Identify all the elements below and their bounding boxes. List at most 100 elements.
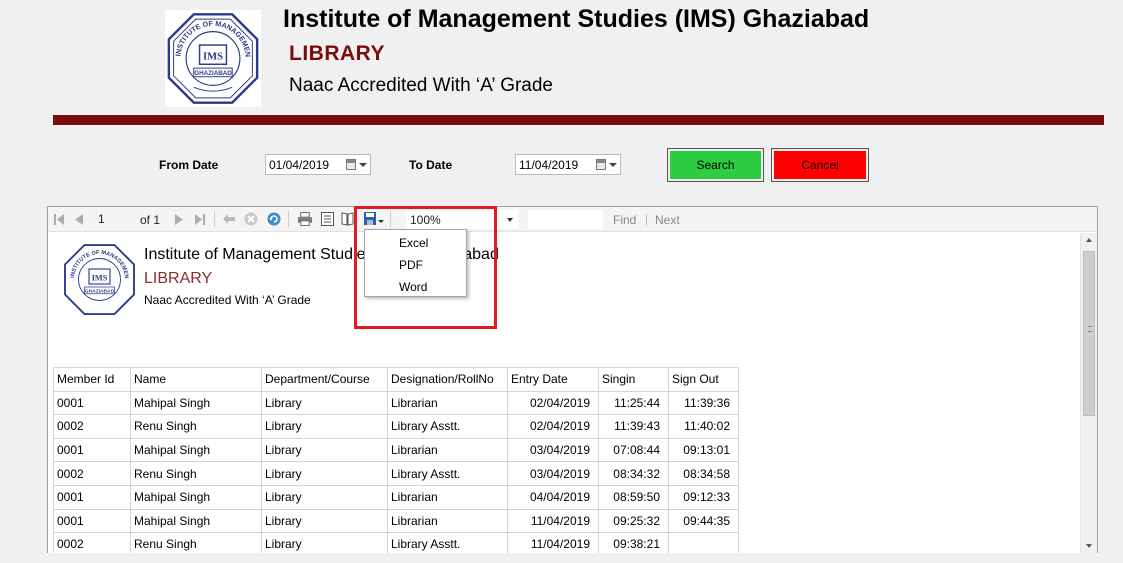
column-header: Name [130, 367, 262, 392]
cell-member-id: 0001 [53, 390, 131, 416]
stop-icon[interactable] [244, 212, 258, 226]
calendar-icon[interactable] [346, 159, 356, 170]
cell-entry-date: 02/04/2019 [507, 414, 599, 439]
cell-signout: 08:34:58 [668, 461, 739, 486]
cell-designation: Library Asstt. [387, 414, 508, 439]
cell-entry-date: 03/04/2019 [507, 437, 599, 463]
cell-entry-date: 02/04/2019 [507, 390, 599, 416]
cell-department: Library [261, 508, 388, 534]
cell-designation: Librarian [387, 437, 508, 463]
cell-signin: 09:25:32 [598, 508, 669, 534]
print-icon[interactable] [298, 212, 312, 226]
institute-logo: INSTITUTE OF MANAGEMENT STUDIES IMS GHAZ… [165, 10, 261, 107]
table-row: 0002 Renu Singh Library Library Asstt. 0… [53, 414, 739, 439]
from-date-picker[interactable]: 01/04/2019 [265, 154, 371, 175]
svg-text:IMS: IMS [92, 273, 108, 282]
report-viewer: 1 of 1 100% Find | Next INSTITUTE OF MAN… [47, 206, 1098, 553]
to-date-label: To Date [409, 158, 453, 172]
table-row: 0001 Mahipal Singh Library Librarian 02/… [53, 390, 739, 416]
cell-name: Renu Singh [130, 532, 262, 553]
from-date-value: 01/04/2019 [269, 158, 330, 172]
cell-department: Library [261, 484, 388, 510]
find-link[interactable]: Find [613, 213, 636, 227]
table-row: 0002 Renu Singh Library Library Asstt. 0… [53, 461, 739, 486]
cancel-button-label: Cancel [774, 151, 866, 179]
chevron-down-icon[interactable] [507, 218, 513, 222]
svg-text:GHAZIABAD: GHAZIABAD [85, 288, 115, 294]
find-separator: | [645, 212, 649, 226]
cell-member-id: 0001 [53, 484, 131, 510]
page-subtitle-library: LIBRARY [289, 42, 386, 65]
attendance-table: Member Id Name Department/Course Designa… [53, 367, 739, 553]
scroll-down-icon[interactable] [1086, 544, 1092, 548]
next-page-icon[interactable] [172, 212, 186, 226]
grip-icon [1088, 326, 1092, 332]
column-header: Singin [598, 367, 669, 392]
cell-member-id: 0002 [53, 461, 131, 486]
chevron-down-icon[interactable] [609, 163, 617, 167]
report-toolbar: 1 of 1 100% Find | Next [48, 207, 1097, 232]
cell-designation: Librarian [387, 508, 508, 534]
cell-name: Mahipal Singh [130, 484, 262, 510]
cell-signout: 11:40:02 [668, 414, 739, 439]
cell-department: Library [261, 437, 388, 463]
calendar-icon[interactable] [596, 159, 606, 170]
page-count: of 1 [140, 213, 161, 227]
cell-designation: Librarian [387, 484, 508, 510]
find-input[interactable] [528, 210, 603, 229]
cell-name: Renu Singh [130, 461, 262, 486]
report-logo: INSTITUTE OF MANAGEMENT STUDIES IMS GHAZ… [62, 242, 137, 317]
to-date-value: 11/04/2019 [519, 158, 579, 172]
previous-page-icon[interactable] [72, 212, 86, 226]
cell-department: Library [261, 414, 388, 439]
cancel-button[interactable]: Cancel [771, 148, 869, 182]
table-row: 0002 Renu Singh Library Library Asstt. 1… [53, 532, 739, 553]
first-page-icon[interactable] [52, 212, 66, 226]
cell-signin: 07:08:44 [598, 437, 669, 463]
cell-designation: Library Asstt. [387, 532, 508, 553]
table-row: 0001 Mahipal Singh Library Librarian 03/… [53, 437, 739, 463]
cell-name: Mahipal Singh [130, 390, 262, 416]
cell-entry-date: 11/04/2019 [507, 532, 599, 553]
print-layout-icon[interactable] [320, 212, 334, 226]
svg-text:IMS: IMS [203, 51, 223, 62]
cell-entry-date: 11/04/2019 [507, 508, 599, 534]
back-icon[interactable] [222, 212, 236, 226]
column-header: Department/Course [261, 367, 388, 392]
cell-name: Renu Singh [130, 414, 262, 439]
cell-member-id: 0001 [53, 508, 131, 534]
cell-signin: 11:25:44 [598, 390, 669, 416]
cell-signout: 09:44:35 [668, 508, 739, 534]
accreditation-text: Naac Accredited With ‘A’ Grade [289, 75, 553, 96]
scroll-up-icon[interactable] [1086, 238, 1092, 242]
column-header: Sign Out [668, 367, 739, 392]
chevron-down-icon[interactable] [359, 163, 367, 167]
logo-seal-icon: INSTITUTE OF MANAGEMENT STUDIES IMS GHAZ… [62, 242, 135, 315]
refresh-icon[interactable] [267, 212, 281, 226]
page-title: Institute of Management Studies (IMS) Gh… [283, 5, 870, 33]
vertical-scrollbar[interactable] [1080, 233, 1097, 553]
cell-member-id: 0001 [53, 437, 131, 463]
find-next-link[interactable]: Next [655, 213, 680, 227]
cell-designation: Library Asstt. [387, 461, 508, 486]
page-setup-icon[interactable] [340, 212, 354, 226]
to-date-picker[interactable]: 11/04/2019 [515, 154, 621, 175]
page-number-input[interactable]: 1 [95, 210, 135, 229]
cell-member-id: 0002 [53, 414, 131, 439]
cell-signout [668, 532, 739, 553]
cell-signin: 08:59:50 [598, 484, 669, 510]
cell-signout: 09:12:33 [668, 484, 739, 510]
cell-signout: 09:13:01 [668, 437, 739, 463]
cell-signin: 11:39:43 [598, 414, 669, 439]
scrollbar-thumb[interactable] [1083, 251, 1095, 416]
column-header: Entry Date [507, 367, 599, 392]
annotation-highlight-box [354, 206, 497, 329]
cell-name: Mahipal Singh [130, 437, 262, 463]
cell-entry-date: 04/04/2019 [507, 484, 599, 510]
toolbar-separator [288, 211, 289, 227]
cell-signin: 08:34:32 [598, 461, 669, 486]
column-header: Designation/RollNo [387, 367, 508, 392]
svg-text:GHAZIABAD: GHAZIABAD [194, 70, 232, 77]
search-button[interactable]: Search [667, 148, 764, 182]
last-page-icon[interactable] [193, 212, 207, 226]
